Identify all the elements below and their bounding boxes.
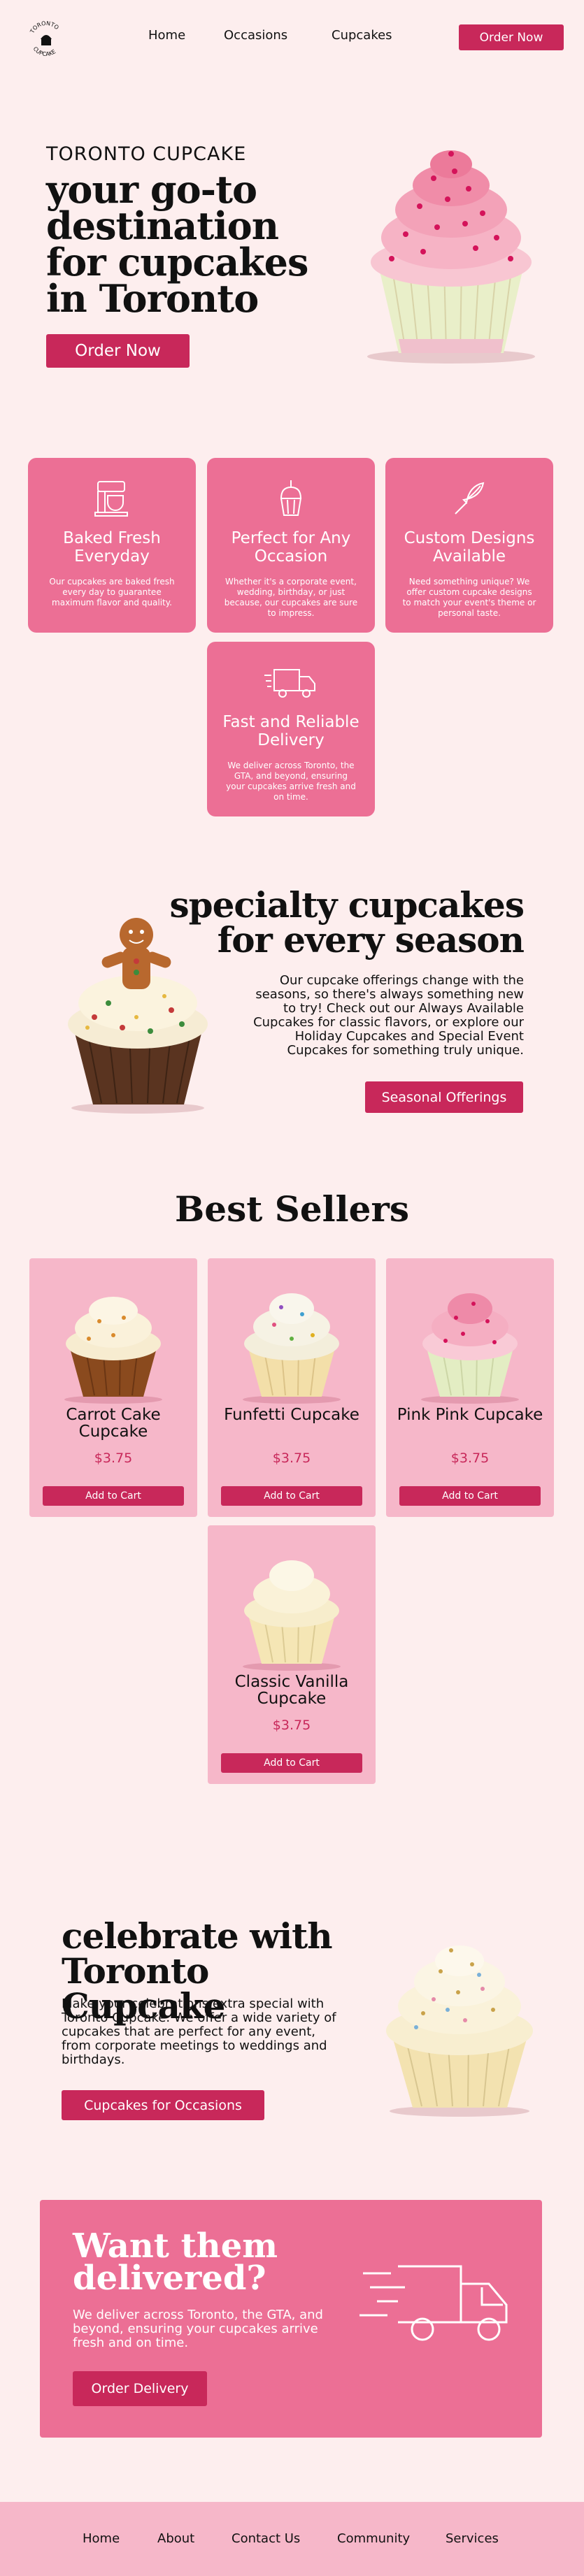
delivery-truck-icon xyxy=(359,2265,508,2341)
nav-cupcakes[interactable]: Cupcakes xyxy=(332,28,392,43)
product-card-classic-vanilla: Classic Vanilla Cupcake $3.75 Add to Car… xyxy=(208,1525,376,1784)
order-now-button[interactable]: Order Now xyxy=(459,24,564,50)
cupcakes-for-occasions-button[interactable]: Cupcakes for Occasions xyxy=(62,2090,264,2120)
footer-link-community[interactable]: Community xyxy=(337,2531,410,2546)
specialty-title: specialty cupcakes for every season xyxy=(169,884,525,960)
delivery-banner: Want them delivered? We deliver across T… xyxy=(40,2200,542,2438)
feature-title: Baked Fresh Everyday xyxy=(63,529,161,566)
funfetti-cupcake-image xyxy=(243,1293,341,1404)
add-to-cart-button[interactable]: Add to Cart xyxy=(43,1486,184,1506)
best-sellers-title: Best Sellers xyxy=(175,1188,409,1230)
feature-desc: Our cupcakes are baked fresh every day t… xyxy=(49,577,175,607)
specialty-text: Our cupcake offerings change with the se… xyxy=(253,973,524,1058)
cupcake-icon xyxy=(280,480,302,516)
delivery-title: Want them delivered? xyxy=(73,2226,278,2298)
add-to-cart-button[interactable]: Add to Cart xyxy=(221,1753,362,1773)
hero-title: your go-to destination for cupcakes in T… xyxy=(46,167,308,321)
product-price: $3.75 xyxy=(272,1451,311,1466)
feature-title: Custom Designs Available xyxy=(404,529,535,566)
footer-link-contact[interactable]: Contact Us xyxy=(232,2531,300,2546)
delivery-text: We deliver across Toronto, the GTA, and … xyxy=(73,2308,323,2350)
footer-link-services[interactable]: Services xyxy=(446,2531,499,2546)
feature-card-custom: Custom Designs Available Need something … xyxy=(385,458,553,633)
feature-desc: We deliver across Toronto, the GTA, and … xyxy=(226,761,356,802)
nav-occasions[interactable]: Occasions xyxy=(224,28,287,43)
pink-pink-cupcake-image xyxy=(421,1293,519,1404)
vanilla-sprinkle-cupcake-image xyxy=(386,1945,533,2117)
carrot-cake-cupcake-image xyxy=(64,1297,162,1404)
product-name: Pink Pink Cupcake xyxy=(397,1406,543,1424)
mixer-icon xyxy=(94,481,128,517)
product-card-carrot-cake: Carrot Cake Cupcake $3.75 Add to Cart xyxy=(29,1258,197,1517)
product-price: $3.75 xyxy=(450,1451,490,1466)
feature-desc: Need something unique? We offer custom c… xyxy=(402,577,536,618)
site-header: TORONTO CUPCAKE Home Occasions Cupcakes … xyxy=(0,0,584,77)
product-card-funfetti: Funfetti Cupcake $3.75 Add to Cart xyxy=(208,1258,376,1517)
product-price: $3.75 xyxy=(272,1718,311,1733)
hero-brand: TORONTO CUPCAKE xyxy=(46,143,247,165)
feature-card-occasion: Perfect for Any Occasion Whether it's a … xyxy=(207,458,375,633)
feature-desc: Whether it's a corporate event, wedding,… xyxy=(224,577,358,618)
add-to-cart-button[interactable]: Add to Cart xyxy=(399,1486,541,1506)
site-footer: Home About Contact Us Community Services xyxy=(0,2502,584,2576)
seasonal-offerings-button[interactable]: Seasonal Offerings xyxy=(365,1081,523,1113)
feature-card-baked-fresh: Baked Fresh Everyday Our cupcakes are ba… xyxy=(28,458,196,633)
celebrate-text: Make your celebrations extra special wit… xyxy=(62,1996,336,2067)
delivery-truck-icon xyxy=(264,669,315,698)
whisk-icon xyxy=(455,482,485,515)
footer-link-home[interactable]: Home xyxy=(83,2531,120,2546)
product-card-pink-pink: Pink Pink Cupcake $3.75 Add to Cart xyxy=(386,1258,554,1517)
nav-home[interactable]: Home xyxy=(148,28,185,43)
hero-order-button[interactable]: Order Now xyxy=(46,334,190,368)
product-price: $3.75 xyxy=(94,1451,133,1466)
feature-title: Fast and Reliable Delivery xyxy=(222,713,359,749)
footer-link-about[interactable]: About xyxy=(157,2531,194,2546)
feature-card-delivery: Fast and Reliable Delivery We deliver ac… xyxy=(207,642,375,816)
classic-vanilla-cupcake-image xyxy=(243,1560,341,1671)
order-delivery-button[interactable]: Order Delivery xyxy=(73,2371,207,2406)
add-to-cart-button[interactable]: Add to Cart xyxy=(221,1486,362,1506)
feature-title: Perfect for Any Occasion xyxy=(231,529,351,566)
product-name: Funfetti Cupcake xyxy=(224,1406,359,1424)
product-name: Classic Vanilla Cupcake xyxy=(234,1673,349,1708)
product-name: Carrot Cake Cupcake xyxy=(66,1406,161,1441)
pink-cupcake-image xyxy=(367,150,535,364)
